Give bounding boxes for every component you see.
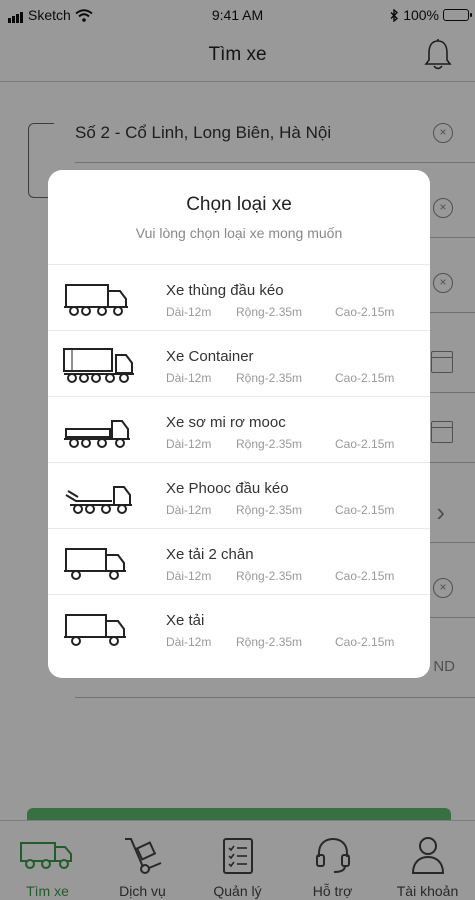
vehicle-width: Rộng-2.35m [236,305,303,319]
vehicle-option-semi-trailer[interactable]: Xe sơ mi rơ mooc Dài-12m Rộng-2.35m Cao-… [48,396,430,462]
vehicle-length: Dài-12m [166,503,212,517]
vehicle-list: Xe thùng đầu kéo Dài-12m Rộng-2.35m Cao-… [48,264,430,660]
vehicle-height: Cao-2.15m [335,635,395,649]
modal-subtitle: Vui lòng chọn loại xe mong muốn [135,225,343,241]
vehicle-option-box-tractor[interactable]: Xe thùng đầu kéo Dài-12m Rộng-2.35m Cao-… [48,264,430,330]
container-truck-icon [63,348,134,383]
vehicle-length: Dài-12m [166,569,212,583]
vehicle-height: Cao-2.15m [335,437,395,451]
box-truck-icon [64,284,128,316]
vehicle-width: Rộng-2.35m [236,569,303,583]
vehicle-option-two-axle[interactable]: Xe tải 2 chân Dài-12m Rộng-2.35m Cao-2.1… [48,528,430,594]
vehicle-length: Dài-12m [166,305,212,319]
vehicle-width: Rộng-2.35m [236,635,303,649]
vehicle-type-modal: Chọn loại xe Vui lòng chọn loại xe mong … [48,170,430,678]
flatbed-trailer-icon [65,486,132,514]
vehicle-name: Xe Container [166,348,254,365]
vehicle-option-container[interactable]: Xe Container Dài-12m Rộng-2.35m Cao-2.15… [48,330,430,396]
vehicle-length: Dài-12m [166,437,212,451]
vehicle-option-flatbed-tractor[interactable]: Xe Phooc đầu kéo Dài-12m Rộng-2.35m Cao-… [48,462,430,528]
semi-trailer-icon [64,420,130,448]
vehicle-name: Xe tải 2 chân [166,546,254,563]
vehicle-length: Dài-12m [166,635,212,649]
modal-title: Chọn loại xe [186,194,292,215]
vehicle-height: Cao-2.15m [335,305,395,319]
vehicle-width: Rộng-2.35m [236,371,303,385]
truck-icon [64,614,126,646]
vehicle-height: Cao-2.15m [335,569,395,583]
vehicle-width: Rộng-2.35m [236,503,303,517]
vehicle-name: Xe tải [166,612,205,629]
two-axle-truck-icon [64,548,126,580]
vehicle-height: Cao-2.15m [335,371,395,385]
vehicle-name: Xe Phooc đầu kéo [166,480,289,497]
vehicle-option-truck[interactable]: Xe tải Dài-12m Rộng-2.35m Cao-2.15m [48,594,430,660]
vehicle-height: Cao-2.15m [335,503,395,517]
vehicle-name: Xe sơ mi rơ mooc [166,414,286,431]
vehicle-width: Rộng-2.35m [236,437,303,451]
vehicle-length: Dài-12m [166,371,212,385]
vehicle-name: Xe thùng đầu kéo [166,282,284,299]
